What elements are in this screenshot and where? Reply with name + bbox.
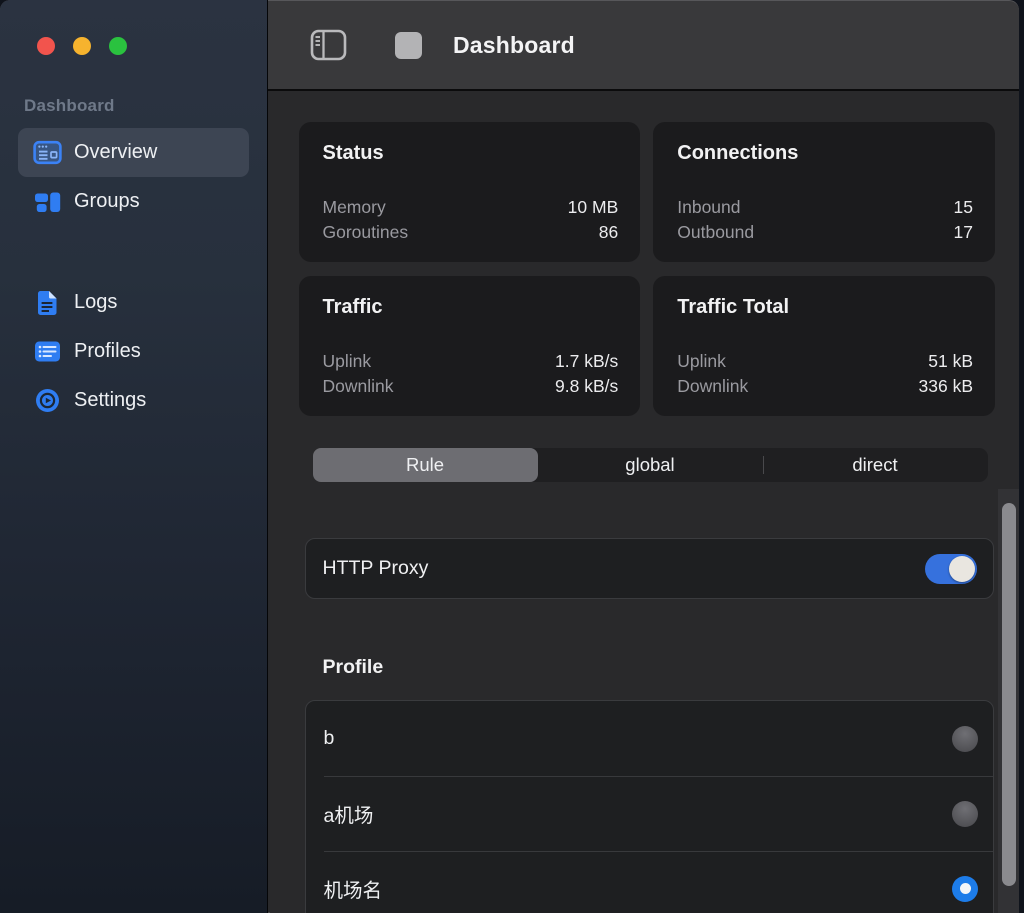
stat-value: 17 [954,220,973,245]
zoom-button[interactable] [109,37,127,55]
sidebar: Dashboard Overview [0,0,268,913]
sidebar-item-label: Settings [74,389,146,412]
sidebar-group-general: Logs Profiles [18,278,249,425]
logs-icon [31,290,63,316]
connections-card: Connections Inbound 15 Outbound 17 [653,122,995,262]
profile-name: a机场 [324,799,374,828]
stat-label: Downlink [323,374,394,399]
toggle-sidebar-button[interactable] [310,29,347,61]
http-proxy-row: HTTP Proxy [305,538,995,599]
card-title: Connections [677,142,973,165]
overview-icon [31,140,63,165]
stat-label: Outbound [677,220,754,245]
stat-row: Inbound 15 [677,195,973,220]
main-content: Status Memory 10 MB Goroutines 86 Connec… [270,91,1020,913]
profile-radio-selected[interactable] [952,876,978,902]
window-title: Dashboard [453,32,575,59]
traffic-total-card: Traffic Total Uplink 51 kB Downlink 336 … [653,276,995,416]
sidebar-item-label: Overview [74,141,157,164]
settings-icon [31,388,63,413]
profile-radio[interactable] [952,801,978,827]
http-proxy-label: HTTP Proxy [323,557,429,580]
app-window: Dashboard Overview [0,0,1019,913]
profiles-icon [31,340,63,363]
stat-label: Uplink [677,349,726,374]
sidebar-item-settings[interactable]: Settings [18,376,249,425]
profile-list: b a机场 机场名 [305,700,995,913]
segment-rule[interactable]: Rule [313,448,538,482]
stat-label: Inbound [677,195,740,220]
stat-value: 1.7 kB/s [555,349,618,374]
profile-row-airport-name[interactable]: 机场名 [306,851,994,913]
sidebar-item-label: Groups [74,190,140,213]
stat-value: 51 kB [928,349,973,374]
traffic-lights [37,37,127,55]
sidebar-item-groups[interactable]: Groups [18,177,249,226]
segment-divider [763,456,764,474]
stat-label: Memory [323,195,386,220]
card-title: Status [323,142,619,165]
close-button[interactable] [37,37,55,55]
card-title: Traffic Total [677,296,973,319]
app-icon [395,32,422,59]
traffic-card: Traffic Uplink 1.7 kB/s Downlink 9.8 kB/… [299,276,641,416]
profile-radio[interactable] [952,726,978,752]
stat-row: Outbound 17 [677,220,973,245]
sidebar-group-dashboard: Overview Groups [18,128,249,226]
stat-label: Downlink [677,374,748,399]
stat-row: Downlink 336 kB [677,374,973,399]
profile-row-a-airport[interactable]: a机场 [306,776,994,851]
sidebar-item-profiles[interactable]: Profiles [18,327,249,376]
stat-row: Goroutines 86 [323,220,619,245]
stat-label: Goroutines [323,220,409,245]
profile-name: 机场名 [324,874,383,903]
scrollbar-thumb[interactable] [1002,503,1016,886]
titlebar: Dashboard [268,0,1019,91]
stat-value: 336 kB [919,374,973,399]
profile-section-title: Profile [323,656,1020,679]
segment-global[interactable]: global [538,448,763,482]
stat-row: Memory 10 MB [323,195,619,220]
http-proxy-toggle[interactable] [925,554,977,584]
profile-row-b[interactable]: b [306,701,994,776]
stat-row: Uplink 1.7 kB/s [323,349,619,374]
stat-value: 10 MB [568,195,619,220]
stat-value: 86 [599,220,618,245]
sidebar-item-logs[interactable]: Logs [18,278,249,327]
mode-segmented-control: Rule global direct [313,448,988,482]
segment-direct[interactable]: direct [763,448,988,482]
sidebar-item-label: Profiles [74,340,141,363]
stat-row: Downlink 9.8 kB/s [323,374,619,399]
toggle-knob [949,556,975,582]
sidebar-item-label: Logs [74,291,117,314]
card-title: Traffic [323,296,619,319]
stat-row: Uplink 51 kB [677,349,973,374]
sidebar-section-label: Dashboard [24,96,115,116]
profile-name: b [324,727,335,750]
minimize-button[interactable] [73,37,91,55]
groups-icon [31,190,63,214]
stat-value: 15 [954,195,973,220]
stat-cards: Status Memory 10 MB Goroutines 86 Connec… [270,91,1020,416]
status-card: Status Memory 10 MB Goroutines 86 [299,122,641,262]
stat-value: 9.8 kB/s [555,374,618,399]
stat-label: Uplink [323,349,372,374]
sidebar-item-overview[interactable]: Overview [18,128,249,177]
